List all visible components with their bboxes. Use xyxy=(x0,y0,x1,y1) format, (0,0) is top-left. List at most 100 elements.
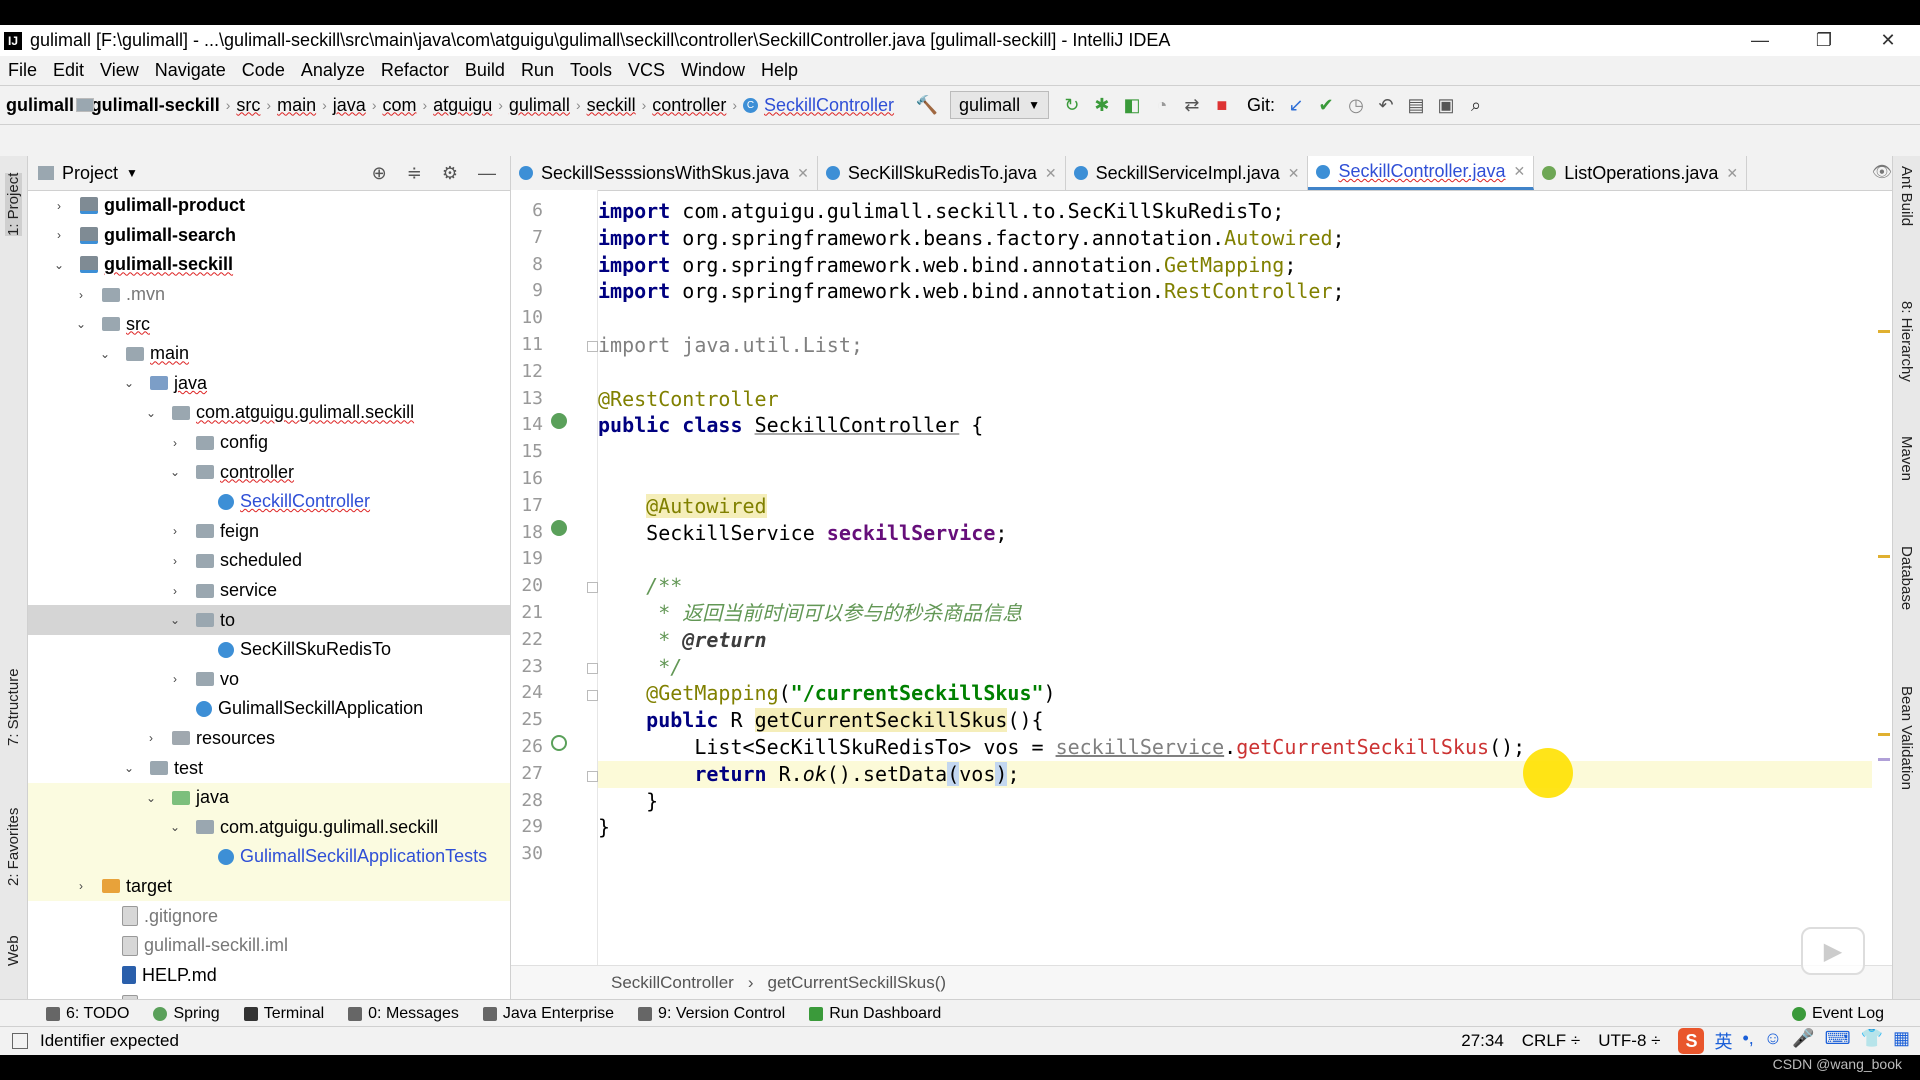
crumb-src[interactable]: src xyxy=(76,95,266,116)
stop-icon[interactable]: ■ xyxy=(1207,91,1237,119)
minimize-button[interactable]: — xyxy=(1728,30,1792,51)
tree-item-test-java[interactable]: ⌄ java xyxy=(28,782,510,813)
menu-analyze[interactable]: Analyze xyxy=(293,60,373,81)
crumb-com[interactable]: com xyxy=(76,95,422,116)
locate-icon[interactable]: ⊕ xyxy=(372,163,387,184)
tree-item-service[interactable]: › service xyxy=(28,576,510,606)
crumb-seckill[interactable]: seckill xyxy=(76,95,642,116)
close-icon[interactable]: ✕ xyxy=(1726,165,1738,182)
run-config-select[interactable]: gulimall ▼ xyxy=(950,91,1049,119)
fold-icon[interactable] xyxy=(587,341,598,352)
coverage-icon[interactable]: ◧ xyxy=(1117,91,1147,119)
file-encoding[interactable]: UTF-8 ÷ xyxy=(1598,1031,1660,1051)
chevron-right-icon[interactable]: › xyxy=(52,199,66,213)
tool-todo[interactable]: 6: TODO xyxy=(34,1005,141,1023)
skin-icon[interactable]: 👕 xyxy=(1861,1028,1883,1054)
tool-run-dashboard[interactable]: Run Dashboard xyxy=(797,1005,953,1023)
chevron-down-icon[interactable]: ⌄ xyxy=(52,258,66,272)
close-icon[interactable]: ✕ xyxy=(1045,165,1057,182)
code-editor[interactable]: import com.atguigu.gulimall.seckill.to.S… xyxy=(598,190,1872,966)
tree-item-tests-class[interactable]: GulimallSeckillApplicationTests xyxy=(28,842,510,872)
tool-window-hierarchy[interactable]: 8: Hierarchy xyxy=(1898,301,1915,382)
tree-item-src[interactable]: ⌄ src xyxy=(28,309,510,339)
tab-seckillskuredisto[interactable]: SecKillSkuRedisTo.java ✕ xyxy=(818,156,1066,190)
tree-item-help-md[interactable]: HELP.md xyxy=(28,960,510,990)
tool-window-bean-validation[interactable]: Bean Validation xyxy=(1898,686,1915,790)
git-history-icon[interactable]: ◷ xyxy=(1341,91,1371,119)
tree-item-test[interactable]: ⌄ test xyxy=(28,753,510,783)
chevron-right-icon[interactable]: › xyxy=(168,524,182,538)
fold-icon[interactable] xyxy=(587,663,598,674)
tool-terminal[interactable]: Terminal xyxy=(232,1005,336,1023)
crumb-controller[interactable]: controller xyxy=(76,95,732,116)
keyboard-icon[interactable]: ⌨ xyxy=(1825,1028,1851,1054)
stripe-mark[interactable] xyxy=(1878,555,1890,558)
project-view-select[interactable]: Project ▼ xyxy=(38,163,138,184)
request-mapping-icon[interactable] xyxy=(551,735,567,751)
tree-item-gulimall-seckill[interactable]: ⌄ gulimall-seckill xyxy=(28,250,510,280)
tree-item-config[interactable]: › config xyxy=(28,428,510,458)
tool-window-web[interactable]: Web xyxy=(5,935,22,966)
crumb-java[interactable]: java xyxy=(76,95,372,116)
tree-item-seckillcontroller[interactable]: SeckillController xyxy=(28,487,510,517)
fold-icon[interactable] xyxy=(587,771,598,782)
git-rollback-icon[interactable]: ↶ xyxy=(1371,91,1401,119)
tree-item-resources[interactable]: › resources xyxy=(28,724,510,754)
menu-tools[interactable]: Tools xyxy=(562,60,620,81)
line-separator[interactable]: CRLF ÷ xyxy=(1522,1031,1580,1051)
git-commit-icon[interactable]: ✔ xyxy=(1311,91,1341,119)
chevron-right-icon[interactable]: › xyxy=(74,288,88,302)
chevron-right-icon[interactable]: › xyxy=(168,436,182,450)
tab-seckillcontroller[interactable]: SeckillController.java ✕ xyxy=(1308,156,1535,190)
spring-autowired-icon[interactable] xyxy=(551,520,567,536)
editor-gutter[interactable]: 6 7 8 9 10 11 12 13 14 15 16 17 18 19 20… xyxy=(511,190,598,966)
chevron-down-icon[interactable]: ⌄ xyxy=(168,465,182,479)
menu-view[interactable]: View xyxy=(92,60,147,81)
chevron-down-icon[interactable]: ⌄ xyxy=(122,761,136,775)
chevron-right-icon[interactable]: › xyxy=(74,879,88,893)
tree-item-application[interactable]: GulimallSeckillApplication xyxy=(28,694,510,724)
crumb-class[interactable]: C SeckillController xyxy=(737,95,900,116)
crumb-atguigu[interactable]: atguigu xyxy=(76,95,498,116)
tab-listoperations[interactable]: ListOperations.java ✕ xyxy=(1534,156,1748,190)
search-icon[interactable]: ⌕ xyxy=(1461,91,1491,119)
close-button[interactable]: ✕ xyxy=(1856,30,1920,51)
build-hammer-icon[interactable]: 🔨 xyxy=(912,91,942,119)
chevron-down-icon[interactable]: ⌄ xyxy=(144,406,158,420)
tree-item-gulimall-search[interactable]: › gulimall-search xyxy=(28,221,510,251)
spring-bean-icon[interactable] xyxy=(551,413,567,429)
chevron-right-icon[interactable]: › xyxy=(168,672,182,686)
menu-run[interactable]: Run xyxy=(513,60,562,81)
tree-item-main[interactable]: ⌄ main xyxy=(28,339,510,369)
layout-icon[interactable]: ▣ xyxy=(1431,91,1461,119)
crumb-gulimall[interactable]: gulimall xyxy=(76,95,576,116)
chevron-down-icon[interactable]: ⌄ xyxy=(168,613,182,627)
collapse-all-icon[interactable]: ≑ xyxy=(407,163,422,184)
tree-item-gitignore[interactable]: .gitignore xyxy=(28,901,510,931)
tool-java-enterprise[interactable]: Java Enterprise xyxy=(471,1005,626,1023)
microphone-icon[interactable]: 🎤 xyxy=(1792,1028,1814,1054)
menu-help[interactable]: Help xyxy=(753,60,806,81)
chevron-down-icon[interactable]: ⌄ xyxy=(168,820,182,834)
close-icon[interactable]: ✕ xyxy=(797,165,809,182)
tree-item-target[interactable]: › target xyxy=(28,871,510,902)
tool-window-ant-build[interactable]: Ant Build xyxy=(1898,166,1915,226)
crumb-project[interactable]: gulimall xyxy=(0,95,80,116)
crumb-main[interactable]: main xyxy=(76,95,322,116)
menu-edit[interactable]: Edit xyxy=(45,60,92,81)
emoji-icon[interactable]: ☺ xyxy=(1764,1028,1782,1054)
tree-item-java[interactable]: ⌄ java xyxy=(28,369,510,399)
tree-item-test-package[interactable]: ⌄ com.atguigu.gulimall.seckill xyxy=(28,812,510,843)
menu-file[interactable]: File xyxy=(0,60,45,81)
stripe-mark[interactable] xyxy=(1878,330,1890,333)
tool-window-project[interactable]: 1: Project xyxy=(5,172,22,236)
menu-build[interactable]: Build xyxy=(457,60,513,81)
chevron-right-icon[interactable]: › xyxy=(144,731,158,745)
error-stripe[interactable]: 👁 xyxy=(1872,162,1892,966)
breadcrumb-method[interactable]: getCurrentSeckillSkus() xyxy=(768,973,947,993)
debug-icon[interactable]: ✱ xyxy=(1087,91,1117,119)
tool-window-structure[interactable]: 7: Structure xyxy=(5,668,22,746)
tree-item-mvn[interactable]: › .mvn xyxy=(28,280,510,310)
fold-icon[interactable] xyxy=(587,690,598,701)
menu-vcs[interactable]: VCS xyxy=(620,60,673,81)
